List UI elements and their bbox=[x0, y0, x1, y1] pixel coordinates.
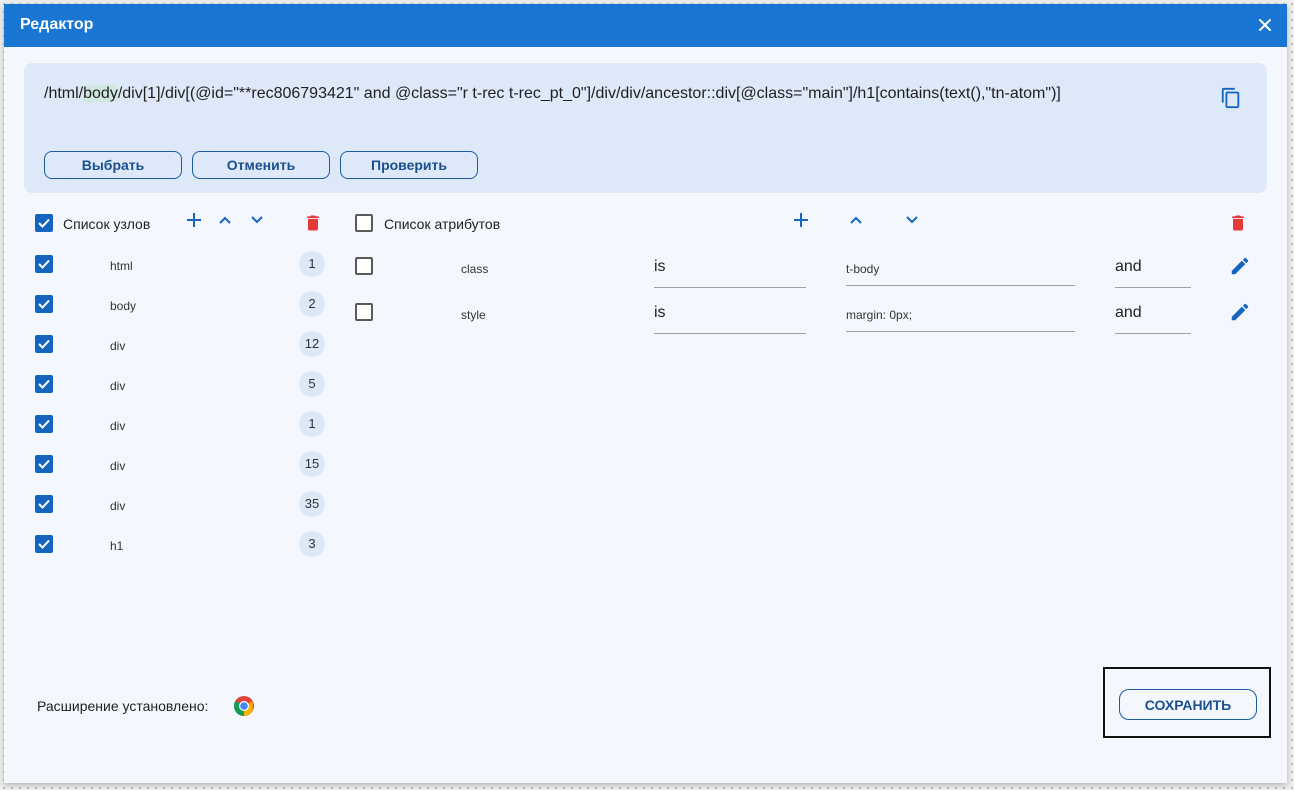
node-label: div bbox=[110, 459, 126, 473]
attribute-name: style bbox=[461, 308, 486, 322]
node-label: div bbox=[110, 339, 126, 353]
xpath-expression[interactable]: /html/body/div[1]/div[(@id="**rec8067934… bbox=[44, 85, 1061, 103]
attribute-checkbox[interactable] bbox=[355, 257, 373, 275]
operator-value: is bbox=[654, 304, 666, 321]
attribute-value: t-body bbox=[846, 262, 880, 276]
move-up-icon[interactable] bbox=[216, 211, 234, 234]
attributes-select-all-checkbox[interactable] bbox=[355, 214, 373, 232]
attribute-checkbox[interactable] bbox=[355, 303, 373, 321]
node-count-badge[interactable]: 15 bbox=[299, 451, 325, 477]
save-button[interactable]: СОХРАНИТЬ bbox=[1119, 689, 1257, 720]
logic-select[interactable]: and bbox=[1115, 256, 1191, 288]
attribute-value-input[interactable]: t-body bbox=[846, 256, 1075, 286]
attribute-value: margin: 0px; bbox=[846, 308, 913, 322]
check-button[interactable]: Проверить bbox=[340, 151, 478, 179]
node-label: h1 bbox=[110, 539, 124, 553]
attribute-value-input[interactable]: margin: 0px; bbox=[846, 302, 1075, 332]
nodes-select-all-checkbox[interactable] bbox=[35, 214, 53, 232]
xpath-panel: /html/body/div[1]/div[(@id="**rec8067934… bbox=[24, 63, 1267, 193]
edit-icon[interactable] bbox=[1229, 301, 1251, 328]
delete-attributes-icon[interactable] bbox=[1228, 213, 1248, 238]
chrome-icon bbox=[233, 695, 255, 722]
node-label: div bbox=[110, 379, 126, 393]
nodes-list-title: Список узлов bbox=[63, 216, 151, 232]
node-count-badge[interactable]: 5 bbox=[299, 371, 325, 397]
dialog-title: Редактор bbox=[20, 16, 94, 33]
editor-dialog: Редактор /html/body/div[1]/div[(@id="**r… bbox=[4, 4, 1287, 783]
node-label: div bbox=[110, 419, 126, 433]
attribute-name: class bbox=[461, 262, 489, 276]
xpath-prefix: /html/ bbox=[44, 85, 84, 102]
edit-icon[interactable] bbox=[1229, 255, 1251, 282]
node-label: html bbox=[110, 259, 133, 273]
copy-icon[interactable] bbox=[1220, 87, 1242, 109]
xpath-suffix: /div[1]/div[(@id="**rec806793421" and @c… bbox=[117, 85, 1061, 102]
node-checkbox[interactable] bbox=[35, 335, 53, 353]
close-icon[interactable] bbox=[1255, 15, 1275, 35]
dialog-titlebar: Редактор bbox=[4, 4, 1287, 47]
logic-select[interactable]: and bbox=[1115, 302, 1191, 334]
add-attribute-icon[interactable] bbox=[791, 210, 811, 235]
node-label: body bbox=[110, 299, 137, 313]
node-count-badge[interactable]: 3 bbox=[299, 531, 325, 557]
node-checkbox[interactable] bbox=[35, 255, 53, 273]
extension-status-label: Расширение установлено: bbox=[37, 698, 209, 714]
node-count-badge[interactable]: 35 bbox=[299, 491, 325, 517]
save-button-focus-frame: СОХРАНИТЬ bbox=[1103, 667, 1271, 738]
node-label: div bbox=[110, 499, 126, 513]
logic-value: and bbox=[1115, 258, 1142, 275]
node-count-badge[interactable]: 12 bbox=[299, 331, 325, 357]
node-count-badge[interactable]: 1 bbox=[299, 411, 325, 437]
attribute-move-up-icon[interactable] bbox=[847, 211, 865, 234]
node-checkbox[interactable] bbox=[35, 495, 53, 513]
node-count-badge[interactable]: 1 bbox=[299, 251, 325, 277]
node-checkbox[interactable] bbox=[35, 375, 53, 393]
operator-select[interactable]: is bbox=[654, 302, 806, 334]
attribute-move-down-icon[interactable] bbox=[903, 211, 921, 234]
operator-value: is bbox=[654, 258, 666, 275]
node-checkbox[interactable] bbox=[35, 455, 53, 473]
operator-select[interactable]: is bbox=[654, 256, 806, 288]
cancel-button[interactable]: Отменить bbox=[192, 151, 330, 179]
node-checkbox[interactable] bbox=[35, 535, 53, 553]
node-checkbox[interactable] bbox=[35, 295, 53, 313]
select-button[interactable]: Выбрать bbox=[44, 151, 182, 179]
node-count-badge[interactable]: 2 bbox=[299, 291, 325, 317]
move-down-icon[interactable] bbox=[248, 211, 266, 234]
node-checkbox[interactable] bbox=[35, 415, 53, 433]
delete-nodes-icon[interactable] bbox=[303, 213, 323, 238]
logic-value: and bbox=[1115, 304, 1142, 321]
add-node-icon[interactable] bbox=[184, 210, 204, 235]
attributes-list-title: Список атрибутов bbox=[384, 216, 501, 232]
xpath-highlight: body bbox=[83, 85, 118, 102]
